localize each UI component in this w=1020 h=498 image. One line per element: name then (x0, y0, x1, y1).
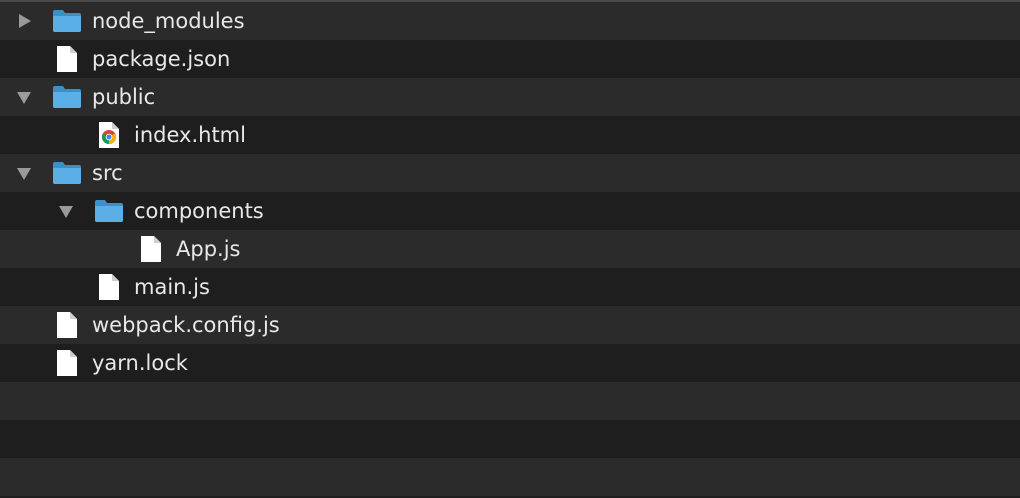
document-icon (94, 268, 124, 306)
tree-item-label: App.js (176, 237, 241, 261)
tree-item-label: main.js (134, 275, 210, 299)
folder-icon (52, 154, 82, 192)
empty-row (0, 382, 1020, 420)
tree-row-main-js[interactable]: main.js (0, 268, 1020, 306)
folder-icon (52, 2, 82, 40)
chrome-html-icon (94, 116, 124, 154)
tree-row-src[interactable]: src (0, 154, 1020, 192)
tree-item-label: public (92, 85, 156, 109)
empty-row (0, 458, 1020, 496)
tree-item-label: webpack.config.js (92, 313, 280, 337)
tree-item-label: yarn.lock (92, 351, 188, 375)
tree-item-label: node_modules (92, 9, 245, 33)
tree-row-webpack-config-js[interactable]: webpack.config.js (0, 306, 1020, 344)
tree-row-node-modules[interactable]: node_modules (0, 2, 1020, 40)
document-icon (136, 230, 166, 268)
tree-item-label: components (134, 199, 264, 223)
tree-row-public[interactable]: public (0, 78, 1020, 116)
disclosure-expanded-icon[interactable] (12, 154, 36, 192)
tree-row-package-json[interactable]: package.json (0, 40, 1020, 78)
tree-row-yarn-lock[interactable]: yarn.lock (0, 344, 1020, 382)
tree-item-label: src (92, 161, 123, 185)
document-icon (52, 344, 82, 382)
tree-row-app-js[interactable]: App.js (0, 230, 1020, 268)
folder-icon (94, 192, 124, 230)
empty-row (0, 420, 1020, 458)
tree-item-label: package.json (92, 47, 231, 71)
disclosure-expanded-icon[interactable] (12, 78, 36, 116)
folder-icon (52, 78, 82, 116)
tree-row-index-html[interactable]: index.html (0, 116, 1020, 154)
tree-item-label: index.html (134, 123, 246, 147)
disclosure-expanded-icon[interactable] (54, 192, 78, 230)
document-icon (52, 40, 82, 78)
file-tree: node_modules package.json public index.h… (0, 0, 1020, 498)
document-icon (52, 306, 82, 344)
tree-row-components[interactable]: components (0, 192, 1020, 230)
disclosure-collapsed-icon[interactable] (12, 2, 36, 40)
